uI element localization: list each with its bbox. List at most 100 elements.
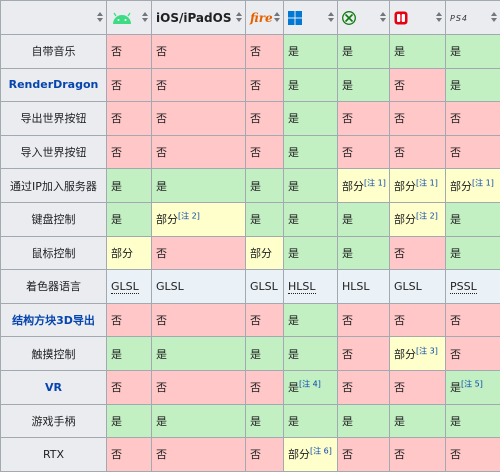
- footnote-link[interactable]: [注 1]: [472, 178, 494, 187]
- platform-comparison-table: iOS/iPadOS fire PS4 自带音乐 否 否 否 是 是 是 是 R…: [0, 0, 500, 472]
- table-cell: 是: [151, 168, 246, 203]
- table-cell: 是: [106, 201, 152, 237]
- table-body: 自带音乐否否否是是是是 RenderDragon 否否否是是否是导出世界按钮否否否是…: [0, 34, 500, 472]
- cell-value: GLSL: [250, 279, 278, 293]
- cell-value: 是: [288, 213, 299, 227]
- sort-icon[interactable]: [274, 12, 280, 22]
- footnote-link[interactable]: [注 1]: [416, 178, 438, 187]
- cell-value: 是: [288, 246, 299, 260]
- table-cell: 否: [151, 101, 246, 136]
- footnote-link[interactable]: [注 5]: [461, 380, 483, 389]
- table-cell: 是: [283, 67, 338, 103]
- table-cell: GLSL: [389, 269, 446, 304]
- row-header[interactable]: VR: [0, 369, 107, 405]
- cell-value: 否: [250, 314, 261, 328]
- table-cell: 否: [337, 336, 390, 371]
- cell-value: 否: [156, 146, 167, 160]
- table-cell: 否: [337, 437, 390, 472]
- row-header: 触摸控制: [0, 336, 107, 371]
- table-cell: 否: [245, 437, 284, 472]
- table-cell: 否: [245, 34, 284, 69]
- footnote-link[interactable]: [注 2]: [416, 212, 438, 221]
- row-header[interactable]: RenderDragon: [0, 67, 107, 103]
- footnote-link[interactable]: [注 3]: [416, 346, 438, 355]
- cell-value[interactable]: GLSL: [111, 279, 139, 294]
- column-header-fire[interactable]: fire: [245, 0, 284, 35]
- table-cell: GLSL: [151, 269, 246, 304]
- table-cell: 是: [283, 201, 338, 237]
- cell-value: 否: [250, 146, 261, 160]
- footnote-link[interactable]: [注 1]: [364, 178, 386, 187]
- column-header-switch[interactable]: [389, 0, 446, 35]
- cell-value: 否: [342, 146, 353, 160]
- table-cell: 否: [106, 134, 152, 170]
- table-cell: 部分[注 3]: [389, 336, 446, 371]
- cell-value: 否: [250, 381, 261, 395]
- row-header: 游戏手柄: [0, 403, 107, 439]
- cell-value[interactable]: PSSL: [450, 279, 477, 294]
- column-header-windows[interactable]: [283, 0, 338, 35]
- footnote-link[interactable]: [注 2]: [178, 212, 200, 221]
- sort-icon[interactable]: [236, 12, 242, 22]
- table-row: 触摸控制是是是是否部分[注 3] 否: [0, 336, 500, 371]
- row-header[interactable]: 结构方块3D导出: [0, 302, 107, 338]
- sort-icon[interactable]: [142, 12, 148, 22]
- cell-value: 是: [394, 45, 405, 59]
- table-cell: 是: [283, 101, 338, 136]
- table-cell: 否: [151, 34, 246, 69]
- row-header: RTX: [0, 437, 107, 472]
- cell-value: 否: [394, 314, 405, 328]
- cell-value: 否: [156, 314, 167, 328]
- footnote-link[interactable]: [注 6]: [310, 447, 332, 456]
- sort-icon[interactable]: [491, 12, 497, 22]
- column-header-ps4[interactable]: PS4: [445, 0, 500, 35]
- cell-value: 否: [250, 112, 261, 126]
- table-cell: 是: [445, 34, 500, 69]
- table-row: 自带音乐否否否是是是是: [0, 34, 500, 69]
- table-cell: 否: [151, 437, 246, 472]
- cell-value: 否: [111, 314, 122, 328]
- cell-value: 否: [342, 347, 353, 361]
- table-cell: 是: [283, 336, 338, 371]
- sort-icon[interactable]: [97, 12, 103, 22]
- cell-value: 是: [450, 381, 461, 395]
- table-cell: GLSL: [106, 269, 152, 304]
- cell-value: 是: [250, 414, 261, 428]
- column-header-ios[interactable]: iOS/iPadOS: [151, 0, 246, 35]
- table-cell: 部分[注 2]: [151, 201, 246, 237]
- column-header-android[interactable]: [106, 0, 152, 35]
- table-cell: 否: [245, 369, 284, 405]
- cell-value: 是: [342, 246, 353, 260]
- cell-value: 是: [342, 213, 353, 227]
- android-icon: [113, 12, 131, 24]
- row-header: 键盘控制: [0, 201, 107, 237]
- cell-value: 是: [450, 414, 461, 428]
- footnote-link[interactable]: [注 4]: [299, 380, 321, 389]
- table-cell: 否: [337, 302, 390, 338]
- cell-value: 是: [288, 112, 299, 126]
- sort-icon[interactable]: [380, 12, 386, 22]
- cell-value: 否: [156, 112, 167, 126]
- table-cell: 否: [445, 336, 500, 371]
- table-cell: 是: [283, 34, 338, 69]
- cell-value: GLSL: [394, 279, 422, 293]
- table-cell: 否: [389, 101, 446, 136]
- table-cell: 部分: [245, 235, 284, 271]
- table-cell: 是: [151, 336, 246, 371]
- table-cell: 部分[注 1]: [337, 168, 390, 203]
- table-row: 结构方块3D导出否否否是否否否: [0, 302, 500, 338]
- table-cell: 否: [389, 302, 446, 338]
- cell-value: 是: [342, 414, 353, 428]
- corner-header[interactable]: [0, 0, 107, 35]
- cell-value: 是: [288, 78, 299, 92]
- sort-icon[interactable]: [436, 12, 442, 22]
- sort-icon[interactable]: [328, 12, 334, 22]
- table-cell: 否: [106, 67, 152, 103]
- cell-value: 是: [156, 179, 167, 193]
- cell-value: 是: [288, 45, 299, 59]
- table-cell: 是: [337, 34, 390, 69]
- table-cell: 否: [106, 437, 152, 472]
- cell-value[interactable]: HLSL: [288, 279, 316, 294]
- column-header-xbox[interactable]: [337, 0, 390, 35]
- table-cell: 否: [151, 67, 246, 103]
